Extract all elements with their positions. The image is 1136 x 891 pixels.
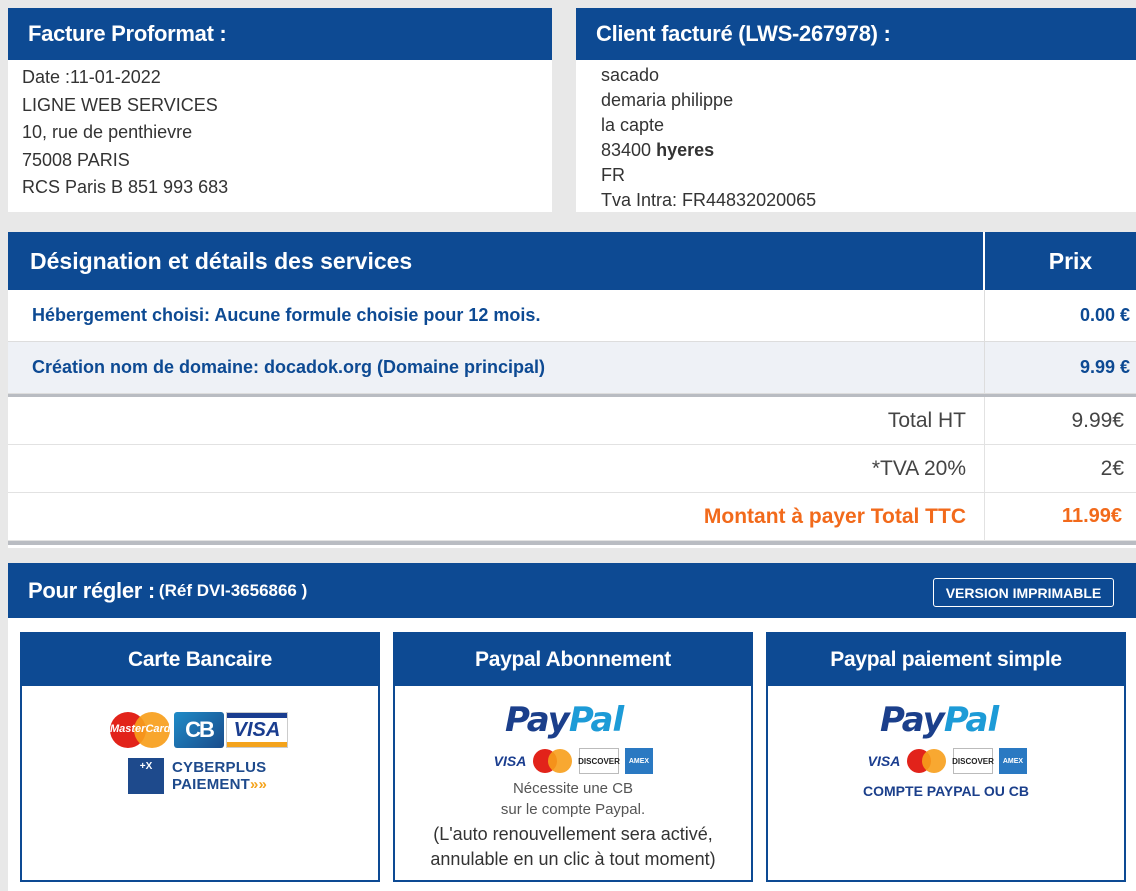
paypal-simple-option[interactable]: Paypal paiement simple PayPal VISA DISCO… [766,632,1126,882]
discover-icon: DISCOVER [578,748,620,774]
client-details: sacado demaria philippe la capte 83400 h… [576,60,1136,212]
payment-options: Carte Bancaire MasterCard CB VISA +X CYB… [8,618,1136,891]
cyberplus-label: CYBERPLUS [172,759,267,776]
invoice-panel: Facture Proformat : Date :11-01-2022 LIG… [8,8,552,212]
printable-version-button[interactable]: VERSION IMPRIMABLE [933,578,1114,607]
paypal-subscription-title: Paypal Abonnement [395,634,751,686]
paypal-caption: COMPTE PAYPAL OU CB [863,783,1029,799]
card-payment-option[interactable]: Carte Bancaire MasterCard CB VISA +X CYB… [20,632,380,882]
paypal-note-line2: sur le compte Paypal. [500,801,646,818]
visa-logo: VISA [226,712,288,748]
paypal-logo: PayPal [505,700,624,740]
client-vat: Tva Intra: FR44832020065 [601,190,817,210]
mastercard-icon [533,748,573,774]
visa-icon: VISA [867,753,901,769]
client-panel: Client facturé (LWS-267978) : sacado dem… [576,8,1136,212]
service-designation: Hébergement choisi: Aucune formule chois… [8,290,985,341]
divider [8,541,1136,545]
price-header: Prix [1048,247,1093,274]
invoice-title: Facture Proformat : [8,8,552,60]
vat-value: 2€ [1100,456,1124,480]
total-ht-label: Total HT [8,397,985,444]
paypal-simple-title: Paypal paiement simple [768,634,1124,686]
issuer-details: Date :11-01-2022 LIGNE WEB SERVICES 10, … [8,60,552,202]
designation-header: Désignation et détails des services [8,232,985,290]
payment-title: Pour régler : [28,577,155,603]
table-row: Hébergement choisi: Aucune formule chois… [8,290,1136,342]
service-price: 0.00 € [1079,305,1130,325]
client-title: Client facturé (LWS-267978) : [576,8,1136,60]
client-contact: demaria philippe [601,90,734,110]
total-ttc-row: Montant à payer Total TTC 11.99€ [8,493,1136,541]
client-postcode-city: 83400 hyeres [601,138,1136,163]
paypal-note-line1: Nécessite une CB [512,780,634,797]
issuer-name: LIGNE WEB SERVICES [22,94,218,115]
client-address: la capte [601,115,665,135]
payment-header: Pour régler : (Réf DVI-3656866 ) VERSION… [8,563,1136,618]
card-payment-title: Carte Bancaire [22,634,378,686]
paypal-logo: PayPal [880,700,999,740]
paypal-subscription-option[interactable]: Paypal Abonnement PayPal VISA DISCOVER A… [393,632,753,882]
vat-label: *TVA 20% [8,445,985,492]
services-table: Désignation et détails des services Prix… [8,232,1136,548]
services-header: Désignation et détails des services Prix [8,232,1136,290]
total-ttc-label: Montant à payer Total TTC [8,493,985,540]
vat-row: *TVA 20% 2€ [8,445,1136,493]
service-designation: Création nom de domaine: docadok.org (Do… [8,342,985,393]
issuer-street: 10, rue de penthievre [22,122,193,142]
client-country: FR [601,165,625,185]
cyberplus-icon: +X [128,758,164,794]
issuer-rcs: RCS Paris B 851 993 683 [22,177,229,197]
service-price: 9.99 € [1079,357,1130,377]
issuer-city: 75008 PARIS [22,149,130,170]
discover-icon: DISCOVER [952,748,994,774]
paiement-label: PAIEMENT»» [172,776,268,793]
mastercard-logo: MasterCard [110,712,171,748]
client-city: hyeres [656,140,715,160]
table-row: Création nom de domaine: docadok.org (Do… [8,342,1136,394]
total-ht-value: 9.99€ [1071,408,1124,432]
amex-icon: AMEX [999,748,1027,774]
payment-reference: (Réf DVI-3656866 ) [158,580,308,600]
paypal-note-line3: (L'auto renouvellement sera activé, [433,824,713,844]
total-ht-row: Total HT 9.99€ [8,397,1136,445]
visa-icon: VISA [493,753,527,769]
cb-logo: CB [174,712,224,748]
paypal-note-line4: annulable en un clic à tout moment) [430,849,716,869]
total-ttc-value: 11.99€ [1061,505,1122,527]
mastercard-icon [907,748,947,774]
amex-icon: AMEX [625,748,653,774]
client-postcode: 83400 [601,140,652,160]
invoice-date: Date :11-01-2022 [22,67,161,87]
client-name: sacado [601,65,660,85]
